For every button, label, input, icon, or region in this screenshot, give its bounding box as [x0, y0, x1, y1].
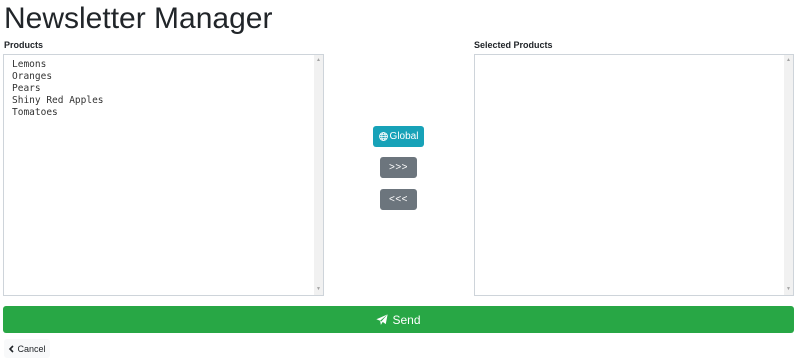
scroll-down-icon[interactable]: ▼ — [314, 285, 323, 294]
list-item[interactable]: Shiny Red Apples — [12, 95, 104, 107]
list-item[interactable]: Oranges — [12, 71, 104, 83]
cancel-button-label: Cancel — [17, 343, 46, 354]
page-title: Newsletter Manager — [4, 2, 273, 35]
products-listbox[interactable]: Lemons Oranges Pears Shiny Red Apples Tomato… — [3, 54, 324, 296]
selected-products-listbox[interactable]: ▲ ▼ — [474, 54, 794, 296]
cancel-button[interactable]: Cancel — [4, 339, 50, 358]
products-list: Lemons Oranges Pears Shiny Red Apples Tomato… — [12, 59, 104, 119]
remove-products-button[interactable]: <<< — [380, 189, 417, 210]
global-button-label: Global — [389, 131, 419, 142]
products-label: Products — [4, 40, 44, 50]
list-item[interactable]: Tomatoes — [12, 107, 104, 119]
selected-products-label: Selected Products — [474, 40, 553, 50]
global-button[interactable]: Global — [373, 126, 424, 147]
scroll-up-icon[interactable]: ▲ — [314, 56, 323, 65]
products-scrollbar[interactable]: ▲ ▼ — [314, 55, 323, 295]
list-item[interactable]: Lemons — [12, 59, 104, 71]
list-item[interactable]: Pears — [12, 83, 104, 95]
paper-plane-icon — [376, 313, 389, 326]
globe-icon — [378, 132, 388, 141]
send-button-label: Send — [392, 312, 421, 327]
scroll-down-icon[interactable]: ▼ — [784, 285, 793, 294]
send-button[interactable]: Send — [3, 306, 794, 333]
chevron-left-icon — [8, 344, 15, 353]
selected-products-scrollbar[interactable]: ▲ ▼ — [784, 55, 793, 295]
scroll-up-icon[interactable]: ▲ — [784, 56, 793, 65]
add-products-button[interactable]: >>> — [380, 157, 417, 178]
